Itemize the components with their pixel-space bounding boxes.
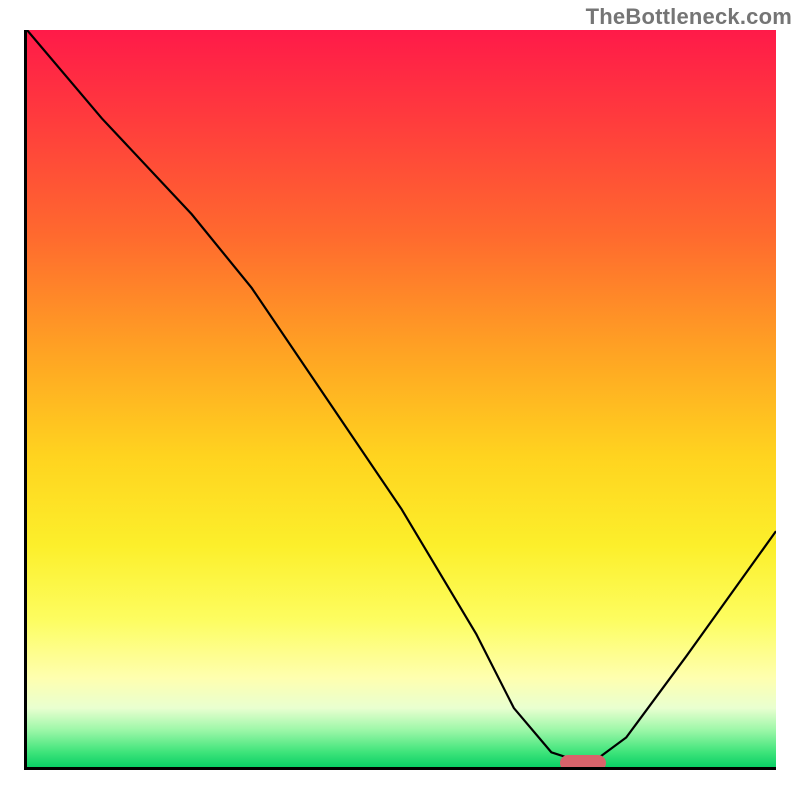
optimal-point-marker <box>560 755 606 770</box>
plot-area <box>24 30 776 770</box>
chart-container: TheBottleneck.com <box>0 0 800 800</box>
bottleneck-curve <box>27 30 776 767</box>
attribution-label: TheBottleneck.com <box>586 4 792 30</box>
